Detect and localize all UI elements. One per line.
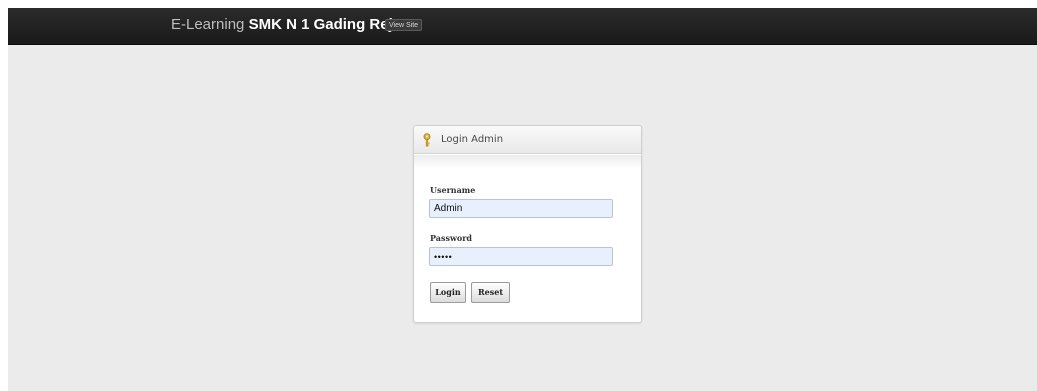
header-shadow (414, 155, 641, 169)
username-label: Username (430, 185, 476, 195)
password-label: Password (430, 233, 473, 243)
brand-name: SMK N 1 Gading Rejo (248, 16, 402, 33)
site-brand[interactable]: E-Learning SMK N 1 Gading Rejo (171, 16, 402, 34)
login-panel-title: Login Admin (441, 134, 504, 145)
login-panel: Login Admin Username Password Login Rese… (413, 125, 642, 323)
view-site-button[interactable]: View Site (385, 19, 423, 31)
username-input[interactable] (429, 199, 613, 218)
top-navbar: E-Learning SMK N 1 Gading Rejo View Site (8, 8, 1037, 45)
password-input[interactable] (429, 247, 613, 266)
page-background: E-Learning SMK N 1 Gading Rejo View Site… (8, 8, 1037, 391)
login-panel-header: Login Admin (414, 126, 641, 154)
brand-prefix: E-Learning (171, 16, 249, 33)
login-button[interactable]: Login (430, 282, 466, 303)
key-icon (423, 133, 431, 147)
reset-button[interactable]: Reset (471, 282, 510, 303)
